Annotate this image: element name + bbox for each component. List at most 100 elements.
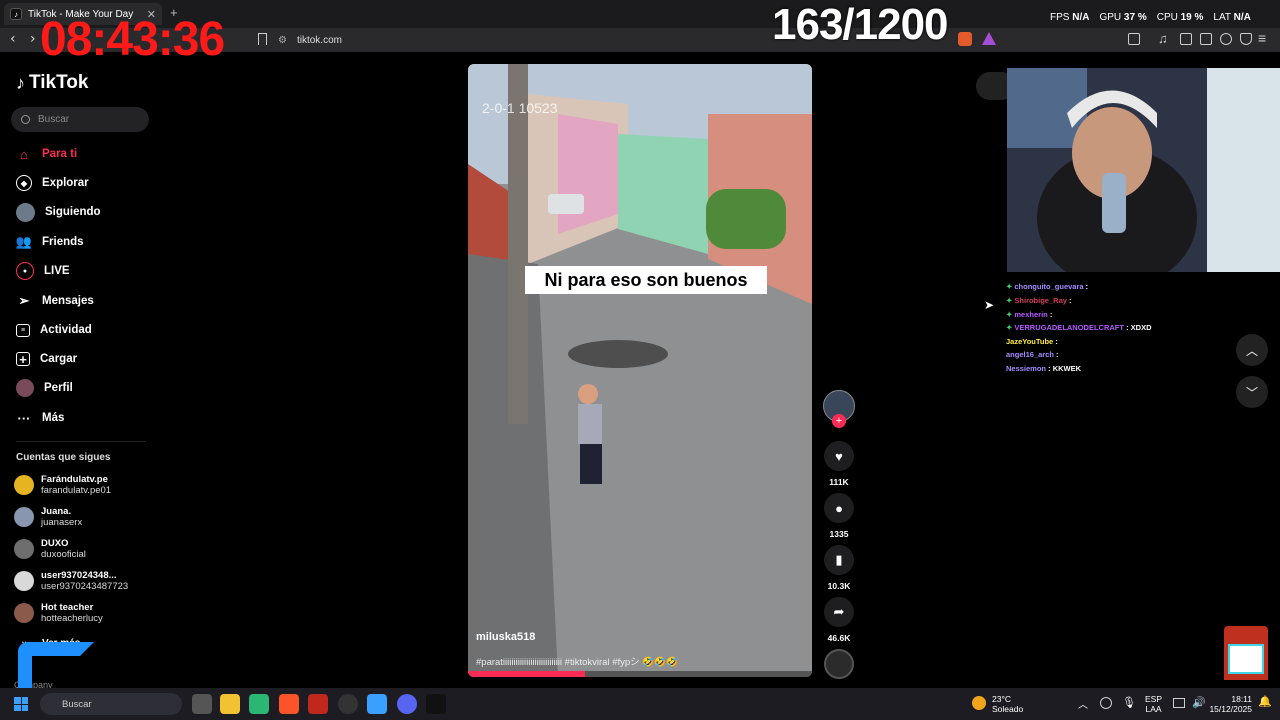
followed-account[interactable]: Juana. juanaserx [14,506,82,528]
video-player[interactable]: 2-0-1 10523 [468,64,812,677]
next-video-button[interactable]: ﹀ [1236,376,1268,408]
chat-message: ✦ Shirobige_Ray : [1006,296,1072,305]
webcam-overlay [1007,68,1280,288]
chat-message: ✦ mexherin : [1006,310,1053,319]
capcut-icon[interactable] [426,694,446,714]
avatar [14,539,34,559]
chat-message: ✦ chonguito_guevara : [1006,282,1089,291]
friends-icon: 👥 [15,234,33,249]
badge-icon: ✦ [1006,296,1013,305]
sidebar-item-explorar[interactable]: ◆ Explorar [16,172,89,194]
vpn-icon[interactable] [1220,33,1232,45]
comment-icon: ● [824,493,854,523]
stream-counter: 163/1200 [772,0,949,49]
windows-start-icon[interactable] [14,697,28,711]
chevron-down-icon: ﹀ [1245,385,1258,400]
like-button[interactable]: ♥ 111K [824,441,854,487]
music-disc-icon[interactable] [824,649,854,679]
sidebar-item-cargar[interactable]: + Cargar [16,348,77,370]
followed-account[interactable]: Farándulatv.pe farandulatv.pe01 [14,474,111,496]
sidebar-item-perfil[interactable]: Perfil [16,377,73,399]
avatar [14,571,34,591]
sidebar-item-mensajes[interactable]: ➢ Mensajes [16,290,94,312]
fps-stat: FPS N/A [1050,12,1090,23]
upload-icon: + [16,352,30,367]
more-icon: ··· [17,410,31,426]
save-button[interactable]: ▮ 10.3K [824,545,854,591]
notepad-icon[interactable] [367,694,387,714]
sidebar-item-para-ti[interactable]: ⌂ Para ti [16,143,77,165]
forward-icon[interactable]: › [30,31,36,47]
search-placeholder: Buscar [38,114,70,125]
compass-icon: ◆ [16,175,32,191]
sidebar-item-live[interactable]: ● LIVE [16,260,70,282]
follow-plus-icon[interactable]: + [832,414,846,428]
lat-stat: LAT N/A [1213,12,1251,23]
mouse-cursor-icon: ➤ [984,298,995,312]
network-icon[interactable] [1173,698,1185,708]
sidebar-item-mas[interactable]: ··· Más [16,407,65,429]
back-icon[interactable]: ‹ [10,31,16,47]
chevron-up-icon: ︿ [1245,343,1258,358]
discord-icon[interactable] [397,694,417,714]
screenshot-icon[interactable] [1128,33,1140,45]
sync-icon[interactable] [1100,697,1112,709]
wallet-icon[interactable] [1200,33,1212,45]
brave-browser-icon[interactable] [279,694,299,714]
followed-account[interactable]: Hot teacher hotteacherlucy [14,602,103,624]
app-icon[interactable] [308,694,328,714]
music-icon[interactable]: ♫ [1158,31,1168,46]
microphone-icon[interactable]: 🎙 [1122,696,1136,709]
sidebar-item-friends[interactable]: 👥 Friends [16,231,84,253]
search-icon [21,115,30,124]
followed-account[interactable]: user937024348... user9370243487723 [14,570,128,592]
avatar [14,507,34,527]
gpu-stat: GPU 37 % [1099,12,1147,23]
progress-fill [468,671,585,677]
pixel-mascot-icon [1224,626,1268,680]
chat-message: Nessiemon : KKWEK [1006,364,1082,373]
taskbar-clock[interactable]: 18:11 15/12/2025 [1208,694,1252,714]
progress-track[interactable] [468,671,812,677]
file-explorer-icon[interactable] [220,694,240,714]
video-author[interactable]: miluska518 [476,631,535,643]
comment-button[interactable]: ● 1335 [824,493,854,539]
sidebar-item-actividad[interactable]: ≡ Actividad [16,319,92,341]
followed-account[interactable]: DUXO duxooficial [14,538,86,560]
menu-icon[interactable]: ≡ [1258,30,1266,46]
weather-widget[interactable]: 23°C Soleado [992,694,1023,714]
share-icon: ➦ [824,597,854,627]
tiktok-logo[interactable]: ♪ TikTok [16,72,88,94]
store-icon[interactable] [249,694,269,714]
shield-icon[interactable] [1240,33,1252,45]
search-input[interactable]: Buscar [11,107,149,132]
avatar [14,603,34,623]
activity-icon: ≡ [16,323,30,337]
brave-rewards-icon[interactable] [982,32,996,45]
chevron-up-icon[interactable]: ︿ [1078,696,1088,711]
stream-clock: 08:43:36 [40,13,225,66]
language-indicator[interactable]: ESP LAA [1145,694,1162,714]
video-description: #paratiiiiiiiiiiiiiiiiiiiiiiiiiiii #tikt… [476,657,678,668]
tiktok-note-icon: ♪ [16,72,25,93]
badge-icon: ✦ [1006,310,1013,319]
task-view-icon[interactable] [192,694,212,714]
performance-overlay: FPS N/A GPU 37 % CPU 19 % LAT N/A [1050,12,1251,23]
url-text: tiktok.com [296,34,342,46]
bookmark-icon[interactable] [258,33,267,45]
volume-icon[interactable]: 🔊 [1192,696,1206,709]
following-accounts-title: Cuentas que sigues [16,452,111,463]
home-icon: ⌂ [20,146,28,162]
site-settings-icon[interactable]: ⚙ [278,35,287,46]
taskbar-search-input[interactable]: Buscar [40,693,182,715]
sidebar-icon[interactable] [1180,33,1192,45]
notification-bell-icon[interactable]: 🔔 [1258,695,1272,708]
previous-video-button[interactable]: ︿ [1236,334,1268,366]
avatar [14,475,34,495]
share-button[interactable]: ➦ 46.6K [824,597,854,643]
brave-shield-icon[interactable] [958,32,972,46]
sidebar-item-siguiendo[interactable]: Siguiendo [16,201,101,223]
divider [16,441,146,442]
obs-icon[interactable] [338,694,358,714]
bookmark-icon: ▮ [824,545,854,575]
